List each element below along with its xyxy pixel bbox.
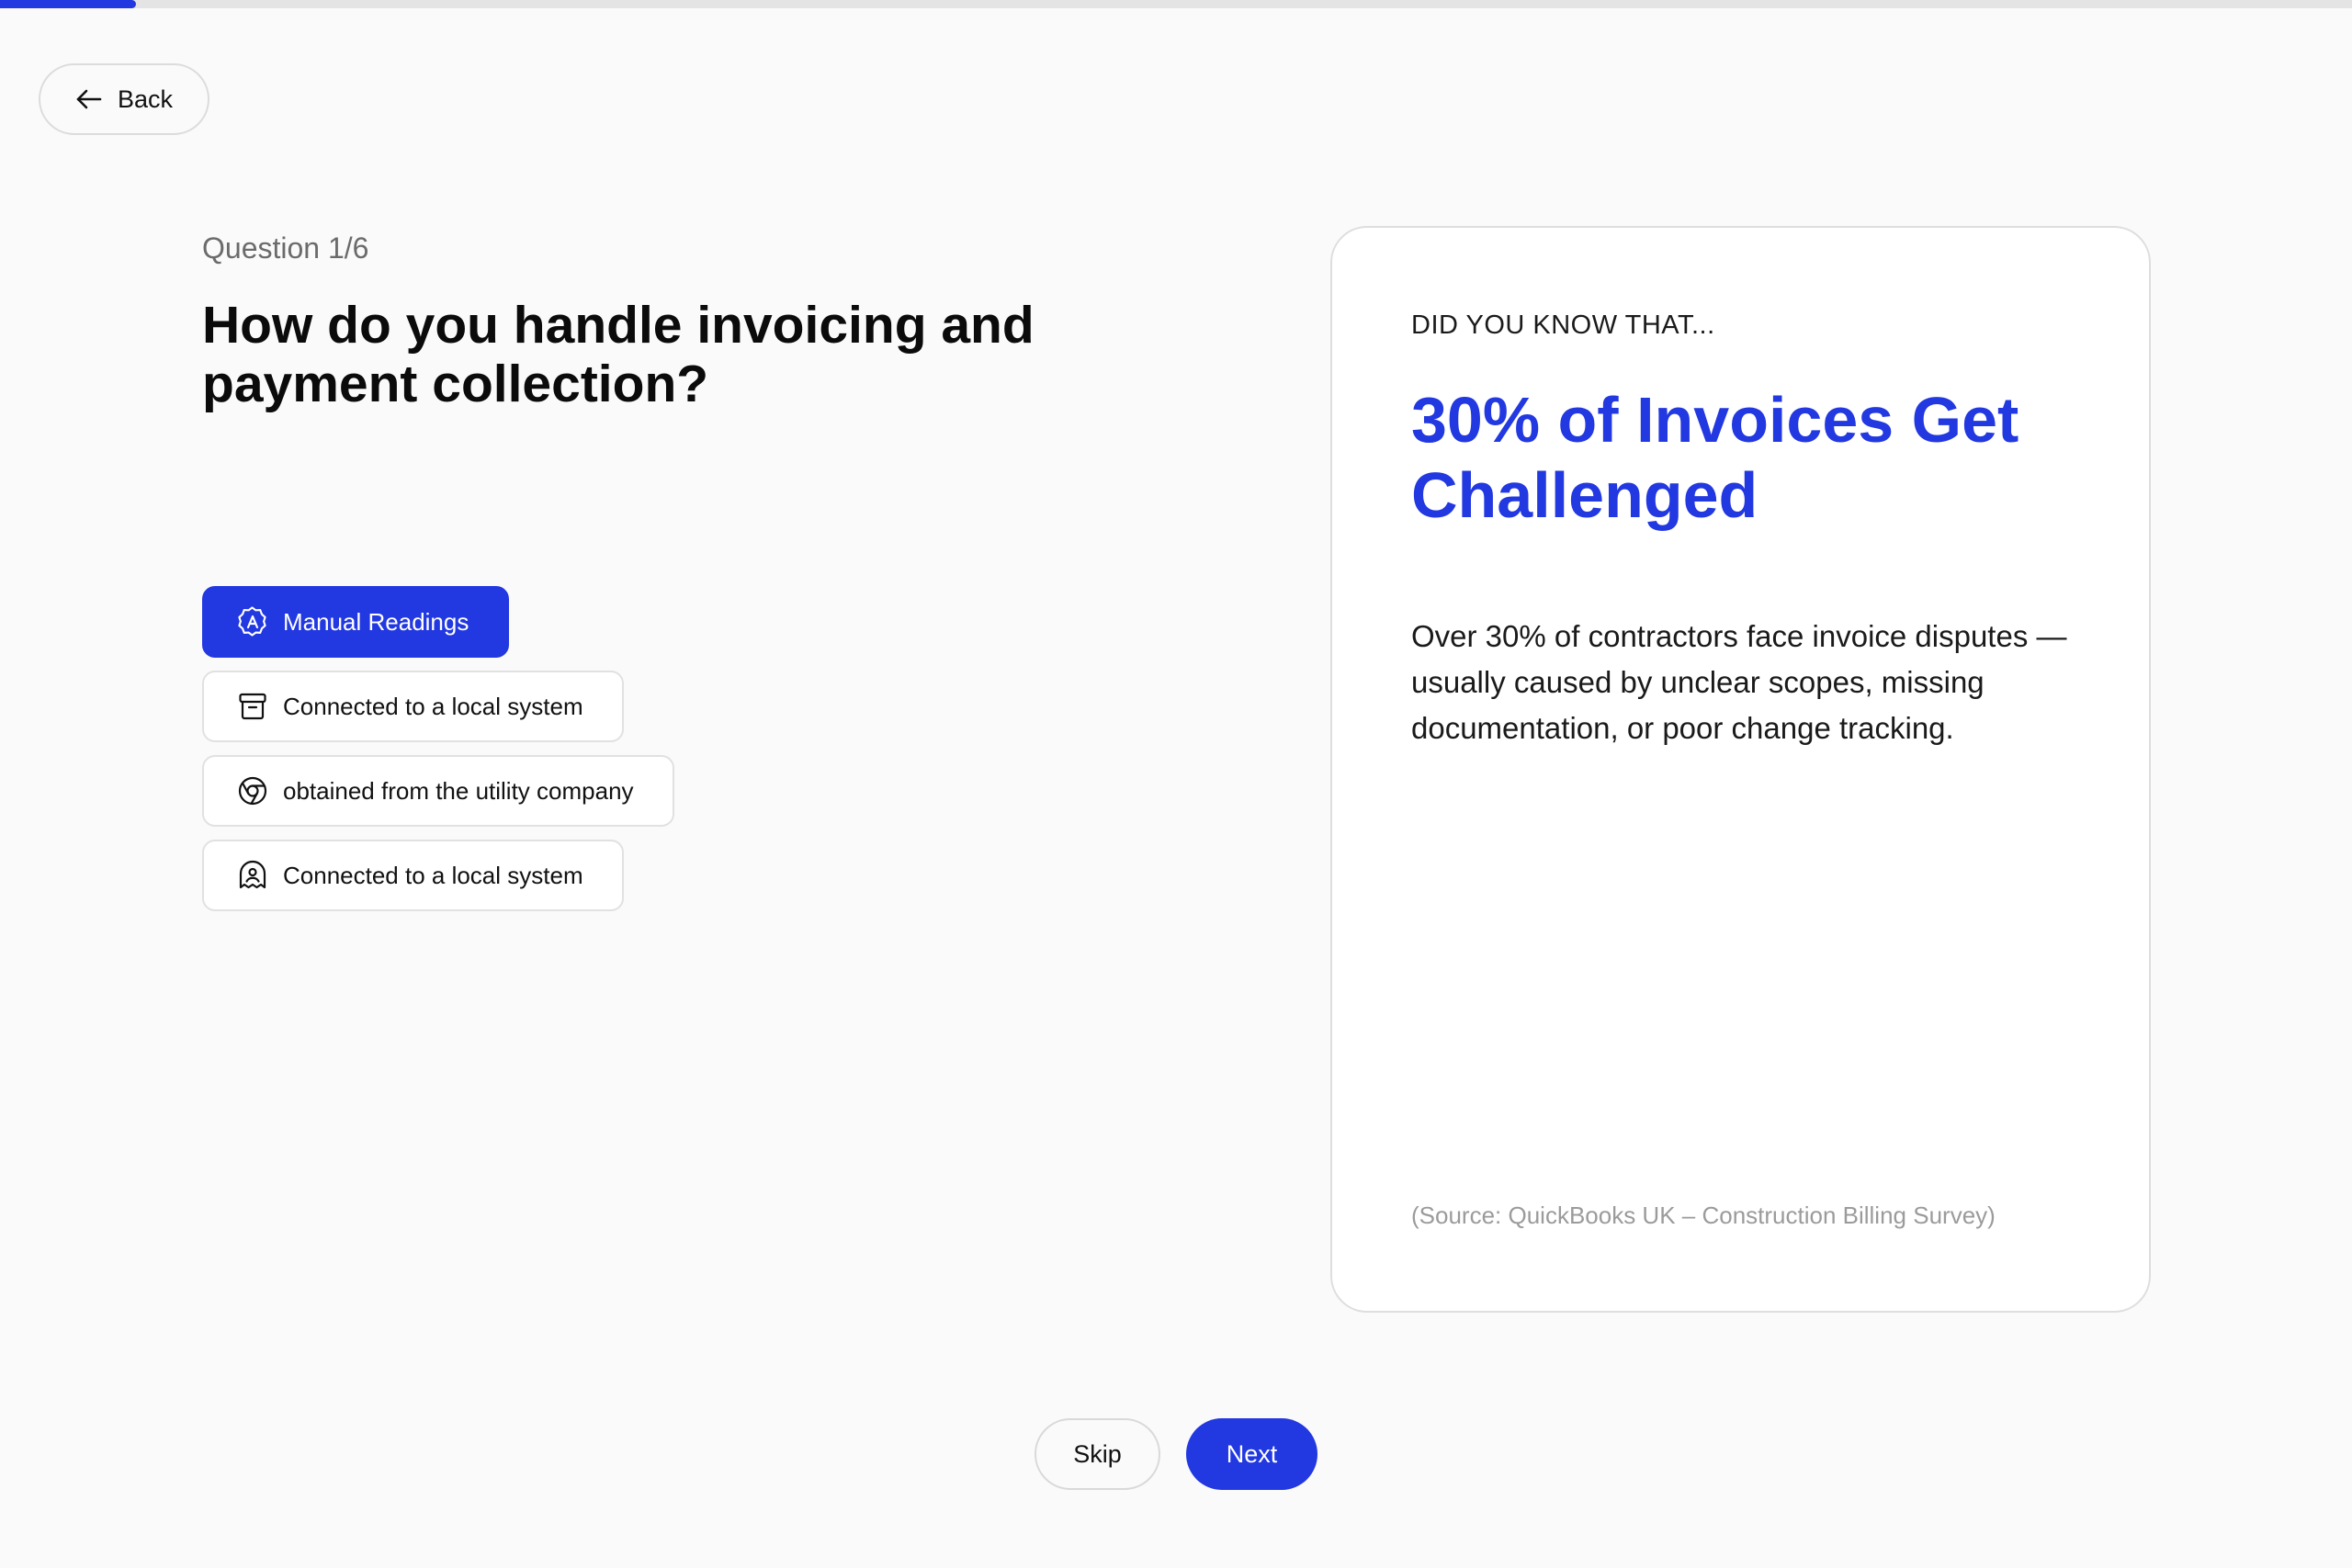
badge-a-icon	[237, 606, 268, 637]
did-you-know-card: DID YOU KNOW THAT... 30% of Invoices Get…	[1330, 226, 2151, 1313]
option-label: Connected to a local system	[283, 692, 583, 720]
option-label: Connected to a local system	[283, 861, 583, 889]
fact-body: Over 30% of contractors face invoice dis…	[1411, 619, 2067, 745]
question-counter: Question 1/6	[202, 231, 369, 265]
fact-kicker: DID YOU KNOW THAT...	[1411, 310, 1715, 340]
back-button-label: Back	[117, 85, 174, 113]
answer-options: Manual Readings Connected to a local sys…	[202, 586, 674, 924]
next-button[interactable]: Next	[1186, 1418, 1317, 1490]
option-label: obtained from the utility company	[283, 776, 634, 805]
user-badge-icon	[237, 860, 268, 891]
option-local-system-2[interactable]: Connected to a local system	[202, 840, 624, 911]
option-utility-company[interactable]: obtained from the utility company	[202, 755, 674, 827]
arrow-left-icon	[75, 88, 103, 110]
progress-bar-fill	[0, 0, 137, 8]
question-title: How do you handle invoicing and payment …	[202, 296, 1035, 413]
progress-bar	[0, 0, 2352, 8]
option-local-system[interactable]: Connected to a local system	[202, 671, 624, 742]
option-manual-readings[interactable]: Manual Readings	[202, 586, 510, 658]
archive-box-icon	[237, 691, 268, 722]
fact-headline: 30% of Invoices Get Challenged	[1411, 384, 2019, 531]
option-label: Manual Readings	[283, 607, 469, 636]
chrome-circle-icon	[237, 775, 268, 807]
fact-source: (Source: QuickBooks UK – Construction Bi…	[1411, 1201, 1996, 1229]
back-button[interactable]: Back	[39, 63, 209, 135]
skip-button[interactable]: Skip	[1035, 1418, 1160, 1490]
